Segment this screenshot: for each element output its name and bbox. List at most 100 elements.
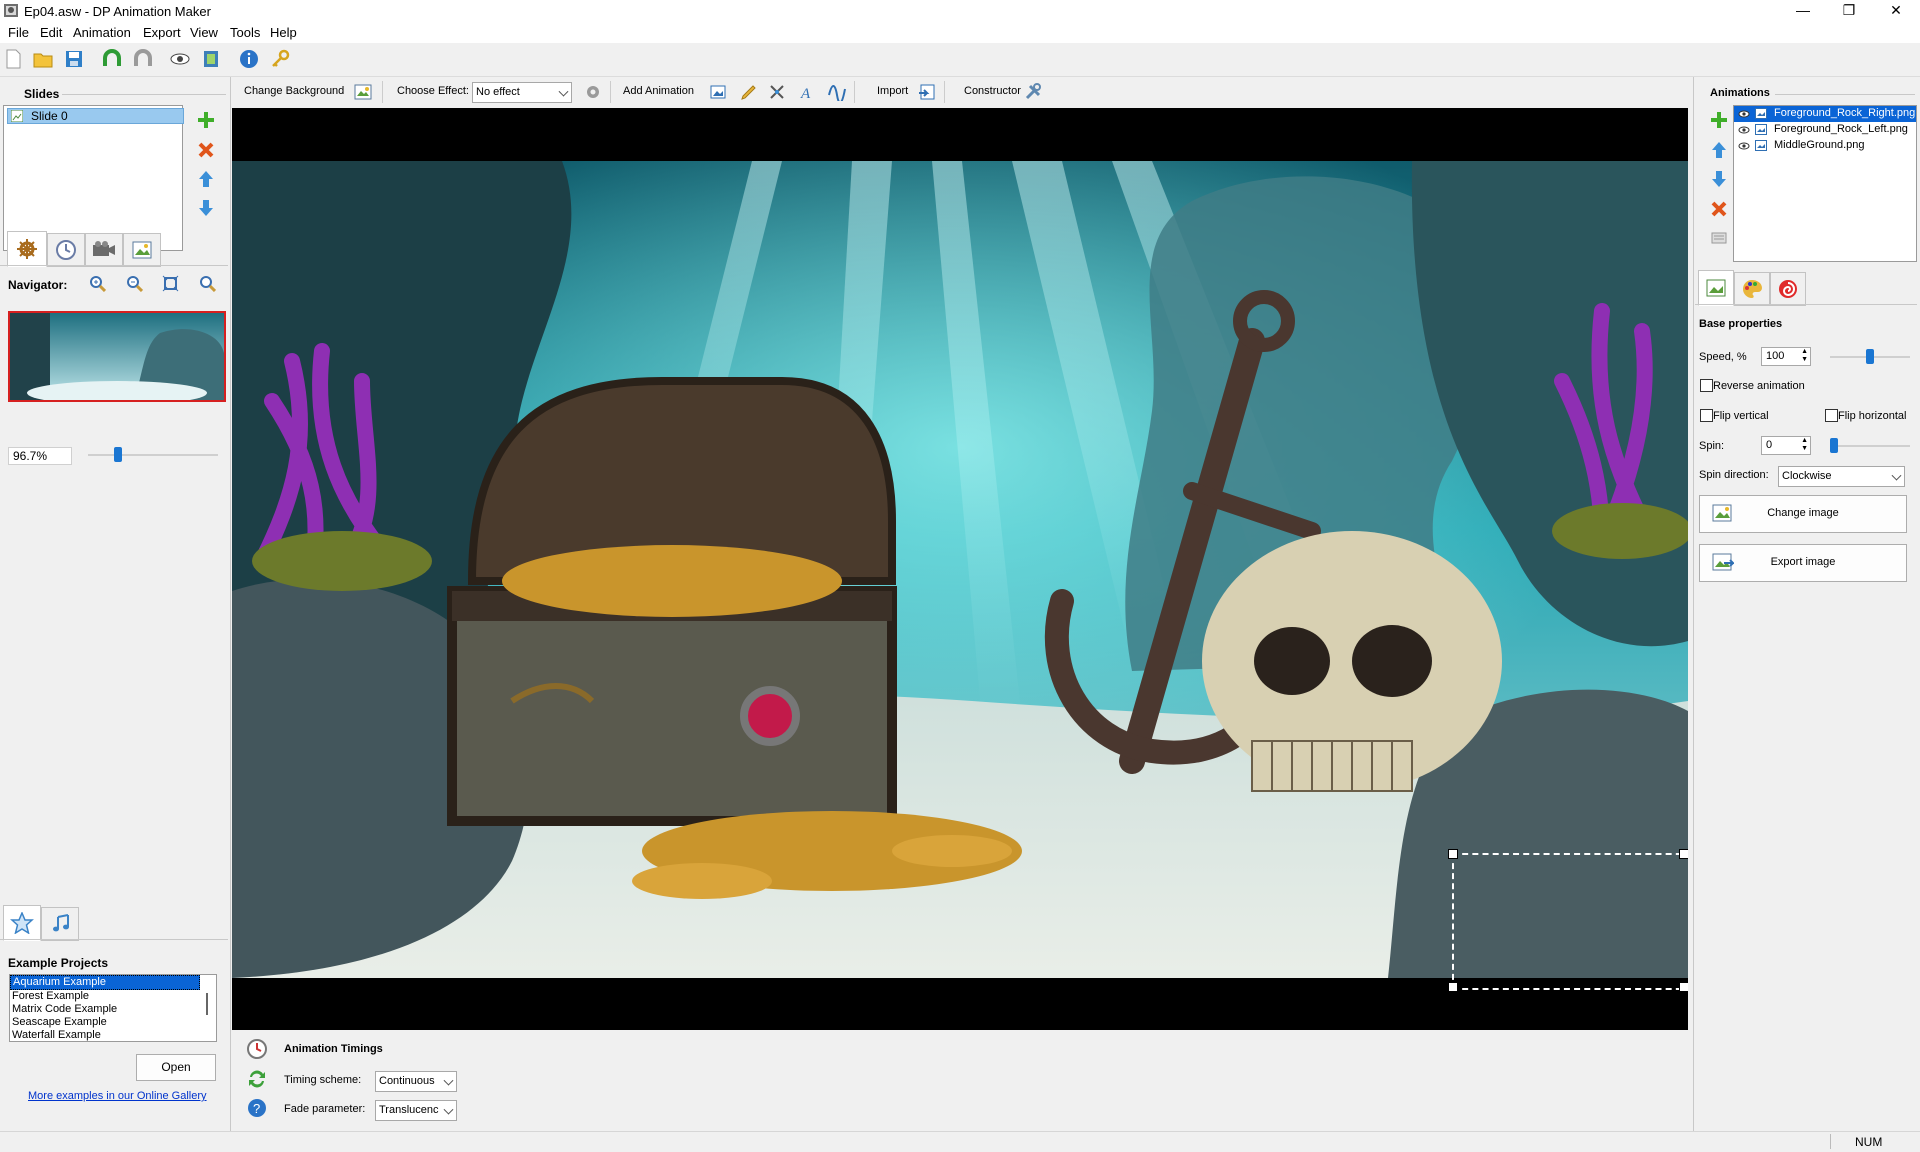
add-brush-animation-icon[interactable]	[739, 83, 757, 101]
speed-slider-thumb[interactable]	[1866, 349, 1874, 364]
move-animation-down-icon[interactable]	[1709, 169, 1729, 189]
tab-image[interactable]	[123, 233, 161, 267]
move-slide-down-icon[interactable]	[196, 198, 216, 218]
reverse-animation-checkbox[interactable]	[1700, 379, 1713, 392]
flip-horizontal-checkbox[interactable]	[1825, 409, 1838, 422]
example-projects-list[interactable]: Aquarium Example Forest Example Matrix Cod…	[9, 974, 217, 1042]
key-icon[interactable]	[269, 48, 291, 70]
spin-direction-select[interactable]: Clockwise	[1778, 466, 1905, 487]
flip-vertical-checkbox[interactable]	[1700, 409, 1713, 422]
spin-spinbox[interactable]: 0 ▲ ▼	[1761, 436, 1811, 455]
add-animation-icon[interactable]	[1709, 110, 1729, 130]
add-path-animation-icon[interactable]	[828, 83, 846, 101]
tab-camera[interactable]	[85, 233, 123, 267]
tab-music[interactable]	[41, 907, 79, 941]
spin-slider-thumb[interactable]	[1830, 438, 1838, 453]
example-project-item[interactable]: Matrix Code Example	[10, 1003, 198, 1016]
example-project-item[interactable]: Waterfall Example	[10, 1029, 198, 1041]
move-animation-up-icon[interactable]	[1709, 140, 1729, 160]
fit-to-window-icon[interactable]	[162, 275, 179, 292]
save-icon[interactable]	[63, 48, 85, 70]
tab-base-properties[interactable]	[1698, 270, 1734, 306]
help-icon[interactable]: ?	[246, 1097, 268, 1119]
tab-color[interactable]	[1734, 272, 1770, 306]
menu-export[interactable]: Export	[143, 25, 181, 40]
resize-handle[interactable]	[1679, 982, 1688, 992]
menu-file[interactable]: File	[8, 25, 29, 40]
animation-item[interactable]: MiddleGround.png	[1734, 138, 1916, 154]
selection-frame[interactable]	[1452, 853, 1688, 990]
example-project-item[interactable]: Aquarium Example	[10, 975, 200, 990]
slide-item[interactable]: Slide 0	[7, 108, 184, 124]
effect-select[interactable]: No effect	[472, 82, 572, 103]
delete-slide-icon[interactable]	[196, 140, 216, 160]
zoom-slider-thumb[interactable]	[114, 447, 122, 462]
change-background-label[interactable]: Change Background	[244, 85, 344, 97]
add-particles-animation-icon[interactable]	[768, 83, 786, 101]
slides-list[interactable]: Slide 0	[3, 105, 184, 251]
change-image-button[interactable]: Change image	[1699, 495, 1907, 533]
navigator-preview[interactable]	[8, 311, 226, 402]
resize-handle[interactable]	[1448, 982, 1458, 992]
delete-animation-icon[interactable]	[1709, 199, 1729, 219]
spin-slider-track[interactable]	[1830, 445, 1910, 447]
spin-arrows-icon[interactable]: ▲ ▼	[1801, 437, 1808, 453]
menu-animation[interactable]: Animation	[73, 25, 131, 40]
import-icon[interactable]	[918, 83, 936, 101]
zoom-slider-track[interactable]	[88, 454, 218, 456]
export-image-button[interactable]: Export image	[1699, 544, 1907, 582]
spin-arrows-icon[interactable]: ▲ ▼	[1801, 348, 1808, 364]
close-button[interactable]: ✕	[1873, 0, 1919, 22]
speed-label: Speed, %	[1699, 351, 1747, 363]
tab-examples[interactable]	[3, 905, 41, 941]
background-picture-icon[interactable]	[354, 83, 372, 101]
new-file-icon[interactable]	[2, 48, 24, 70]
tab-effects[interactable]	[1770, 272, 1806, 306]
actual-size-icon[interactable]	[199, 275, 216, 292]
list-scrollbar[interactable]	[206, 993, 208, 1015]
zoom-field[interactable]: 96.7%	[8, 447, 72, 465]
add-image-animation-icon[interactable]	[709, 83, 727, 101]
minimize-button[interactable]: —	[1780, 0, 1826, 22]
menu-tools[interactable]: Tools	[230, 25, 260, 40]
speed-spinbox[interactable]: 100 ▲ ▼	[1761, 347, 1811, 366]
add-text-animation-icon[interactable]: A	[798, 83, 816, 101]
animation-properties-icon[interactable]	[1709, 228, 1729, 248]
animation-item[interactable]: Foreground_Rock_Left.png	[1734, 122, 1916, 138]
preview-eye-icon[interactable]	[169, 48, 191, 70]
stage-canvas[interactable]	[232, 108, 1688, 1030]
timing-scheme-select[interactable]: Continuous	[375, 1071, 457, 1092]
info-icon[interactable]	[238, 48, 260, 70]
menu-help[interactable]: Help	[270, 25, 297, 40]
online-gallery-link[interactable]: More examples in our Online Gallery	[28, 1090, 207, 1102]
menu-edit[interactable]: Edit	[40, 25, 62, 40]
title-bar: Ep04.asw - DP Animation Maker — ❐ ✕	[0, 0, 1920, 22]
fade-parameter-select[interactable]: Translucenc	[375, 1100, 457, 1121]
example-project-item[interactable]: Forest Example	[10, 990, 198, 1003]
animations-list[interactable]: Foreground_Rock_Right.png Foreground_Rock…	[1733, 105, 1917, 262]
add-slide-icon[interactable]	[196, 110, 216, 130]
example-project-item[interactable]: Seascape Example	[10, 1016, 198, 1029]
open-example-button[interactable]: Open	[136, 1054, 216, 1081]
maximize-button[interactable]: ❐	[1826, 0, 1872, 22]
open-folder-icon[interactable]	[32, 48, 54, 70]
export-film-icon[interactable]	[200, 48, 222, 70]
import-label[interactable]: Import	[877, 85, 908, 97]
tab-timing[interactable]	[47, 233, 85, 267]
move-slide-up-icon[interactable]	[196, 169, 216, 189]
undo-icon[interactable]	[101, 48, 123, 70]
effect-settings-icon[interactable]	[584, 83, 602, 101]
visibility-eye-icon[interactable]	[1738, 109, 1750, 119]
constructor-label[interactable]: Constructor	[964, 85, 1021, 97]
zoom-in-icon[interactable]	[89, 275, 106, 292]
resize-handle[interactable]	[1679, 849, 1688, 859]
zoom-out-icon[interactable]	[126, 275, 143, 292]
resize-handle[interactable]	[1448, 849, 1458, 859]
menu-view[interactable]: View	[190, 25, 218, 40]
animation-item[interactable]: Foreground_Rock_Right.png	[1734, 106, 1916, 122]
redo-icon[interactable]	[132, 48, 154, 70]
visibility-eye-icon[interactable]	[1738, 141, 1750, 151]
visibility-eye-icon[interactable]	[1738, 125, 1750, 135]
tab-navigator[interactable]	[7, 231, 47, 267]
constructor-tools-icon[interactable]	[1024, 83, 1042, 101]
